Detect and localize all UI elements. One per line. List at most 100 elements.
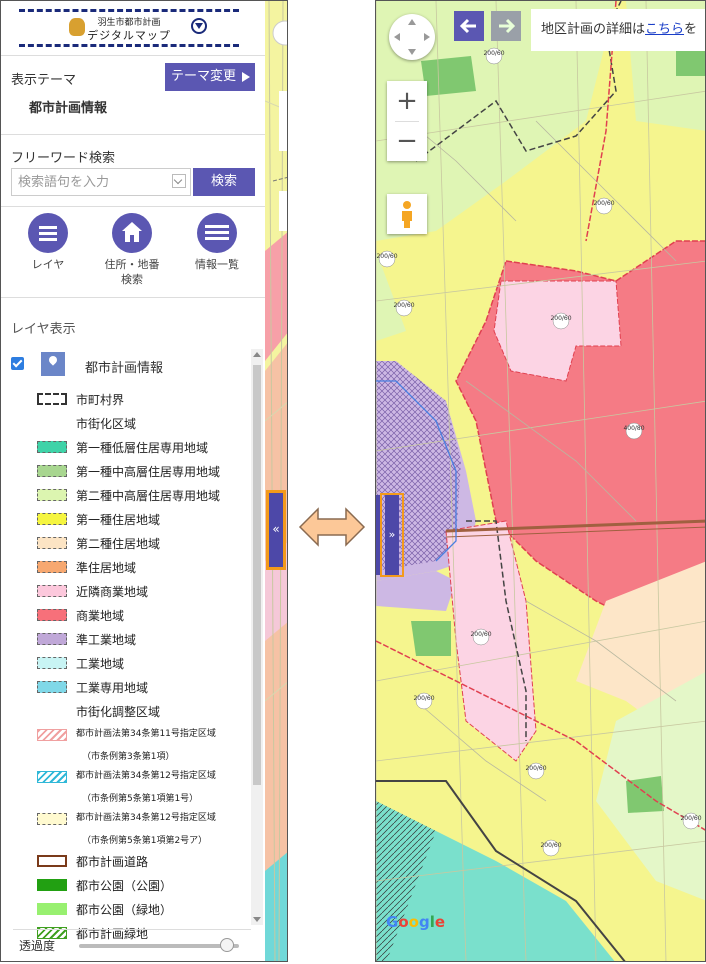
legend-label: 第二種住居地域 — [76, 537, 161, 551]
search-label: フリーワード検索 — [11, 151, 116, 166]
info-list-nav-button[interactable]: 情報一覧 — [177, 213, 257, 272]
legend-item: 工業地域 — [1, 651, 251, 675]
zoom-out-button[interactable]: − — [387, 121, 427, 161]
zoom-in-button[interactable]: + — [387, 81, 427, 121]
address-search-nav-button[interactable]: 住所・地番検索 — [92, 213, 172, 287]
divider — [1, 297, 265, 298]
layer-nav-label: レイヤ — [31, 258, 65, 271]
play-icon — [242, 72, 250, 82]
svg-text:200/60: 200/60 — [413, 695, 434, 702]
pan-left-icon[interactable] — [394, 33, 400, 41]
legend-label: 都市公園（公園） — [76, 879, 173, 893]
legend-label: 準工業地域 — [76, 633, 137, 647]
layer-nav-button[interactable]: レイヤ — [8, 213, 88, 272]
legend-swatch — [37, 855, 67, 867]
legend-swatch — [37, 903, 67, 915]
legend-swatch — [37, 609, 67, 621]
legend-item: 都市計画法第34条第12号指定区域 — [1, 765, 251, 789]
legend-label: 第一種低層住居専用地域 — [76, 441, 209, 455]
legend-swatch — [37, 489, 67, 501]
pan-up-icon[interactable] — [408, 19, 416, 25]
pan-control[interactable] — [389, 14, 435, 60]
layer-group-checkbox[interactable] — [11, 357, 24, 370]
arrow-left-icon — [459, 18, 476, 34]
svg-text:200/60: 200/60 — [470, 631, 491, 638]
legend-item: 第二種住居地域 — [1, 531, 251, 555]
notice-text: 地区計画の詳細は — [541, 22, 646, 37]
legend-scrollbar[interactable] — [251, 349, 263, 925]
legend-item: 工業専用地域 — [1, 675, 251, 699]
legend-item: 第一種低層住居専用地域 — [1, 435, 251, 459]
legend-label: 市街化区域 — [76, 417, 137, 431]
legend-item: 準工業地域 — [1, 627, 251, 651]
legend-swatch — [37, 561, 67, 573]
legend-label: 商業地域 — [76, 609, 125, 623]
legend-label: 都市計画道路 — [76, 855, 149, 869]
theme-change-button[interactable]: テーマ変更 — [165, 63, 255, 91]
sidebar: 羽生市都市計画 デジタルマップ 表示テーマ テーマ変更 都市計画情報 フリーワー… — [1, 1, 265, 961]
svg-text:200/60: 200/60 — [550, 315, 571, 322]
google-letter: o — [408, 913, 419, 931]
legend-swatch — [37, 729, 67, 741]
legend-label: 準住居地域 — [76, 561, 137, 575]
legend-label: 第一種住居地域 — [76, 513, 161, 527]
opacity-slider-knob[interactable] — [220, 938, 235, 952]
map-pin-icon — [41, 352, 65, 376]
divider — [1, 55, 265, 56]
legend-item-sub: （市条例第5条第1項第2号ア） — [1, 831, 251, 849]
opacity-control: 透過度 — [13, 929, 251, 960]
list-icon — [28, 213, 68, 253]
expand-glyph: » — [385, 495, 399, 575]
legend-swatch — [37, 537, 67, 549]
legend-swatch — [37, 393, 67, 405]
pan-down-icon[interactable] — [408, 49, 416, 55]
legend-item: 第二種中高層住居専用地域 — [1, 483, 251, 507]
panel-collapse-button[interactable]: « — [266, 490, 286, 570]
legend-sublabel: （市条例第5条第1項第1号） — [82, 794, 199, 804]
scroll-up-icon[interactable] — [253, 352, 261, 357]
svg-text:200/60: 200/60 — [376, 253, 397, 260]
forward-button[interactable] — [491, 11, 521, 41]
app-logo[interactable]: 羽生市都市計画 デジタルマップ — [19, 9, 239, 47]
legend-swatch — [37, 465, 67, 477]
panel-expand-button[interactable]: » — [376, 493, 404, 577]
legend-label: 都市計画法第34条第11号指定区域 — [76, 729, 216, 739]
arrow-right-icon — [499, 18, 516, 34]
street-view-button[interactable] — [387, 194, 427, 234]
legend-swatch — [37, 585, 67, 597]
pan-right-icon[interactable] — [424, 33, 430, 41]
opacity-label: 透過度 — [19, 939, 56, 953]
pegman-icon — [402, 201, 412, 228]
legend-item: 第一種中高層住居専用地域 — [1, 459, 251, 483]
svg-text:200/60: 200/60 — [680, 815, 701, 822]
notice-link[interactable]: こちら — [645, 22, 684, 37]
legend-swatch — [37, 513, 67, 525]
dropdown-icon[interactable] — [172, 174, 186, 188]
layer-group-label: 都市計画情報 — [85, 361, 164, 376]
legend-swatch — [37, 771, 67, 783]
legend-label: 市街化調整区域 — [76, 705, 161, 719]
search-input[interactable] — [11, 168, 191, 196]
search-button[interactable]: 検索 — [193, 168, 255, 196]
divider — [1, 134, 265, 135]
opacity-slider[interactable] — [79, 938, 239, 952]
current-theme: 都市計画情報 — [29, 101, 108, 116]
scrollbar-thumb[interactable] — [253, 365, 261, 785]
legend-item: 市町村界 — [1, 387, 251, 411]
svg-text:200/60: 200/60 — [593, 200, 614, 207]
back-button[interactable] — [454, 11, 484, 41]
legend-label: 工業専用地域 — [76, 681, 149, 695]
layer-section-title: レイヤ表示 — [11, 322, 76, 337]
map-edge-preview — [265, 1, 287, 961]
legend-label: 近隣商業地域 — [76, 585, 149, 599]
legend-item: 都市計画道路 — [1, 849, 251, 873]
scroll-down-icon[interactable] — [253, 917, 261, 922]
emblem-icon — [191, 18, 207, 34]
legend-item: 都市公園（公園） — [1, 873, 251, 897]
svg-text:200/60: 200/60 — [540, 842, 561, 849]
google-letter: o — [398, 913, 409, 931]
svg-text:200/60: 200/60 — [525, 765, 546, 772]
zoom-control: + − — [387, 81, 427, 161]
district-plan-notice: 地区計画の詳細はこちらを — [531, 9, 705, 51]
legend-swatch — [37, 879, 67, 891]
